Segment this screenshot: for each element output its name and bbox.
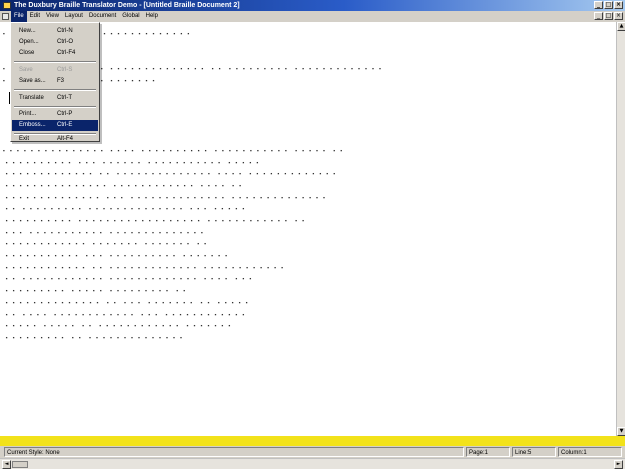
braille-line: ⠠⠠⠠⠠⠠⠠⠠⠠⠠⠠⠠⠠⠠⠠⠠ ⠠⠠⠠⠠⠠⠠⠠⠠⠠⠠⠠⠠ ⠠⠠⠠⠠ ⠠⠠ bbox=[2, 179, 243, 190]
status-line: Line:5 bbox=[512, 447, 556, 457]
menu-item-new[interactable]: New... Ctrl-N bbox=[12, 26, 98, 37]
braille-line: ⠠⠠⠠⠠⠠⠠⠠⠠⠠⠠ ⠠⠠⠠⠠⠠⠠⠠⠠⠠⠠⠠⠠⠠⠠⠠⠠⠠⠠ ⠠⠠⠠⠠⠠⠠⠠⠠⠠⠠… bbox=[2, 215, 306, 225]
doc-minimize-button[interactable]: _ bbox=[594, 12, 603, 20]
menu-separator bbox=[14, 61, 96, 63]
maximize-button[interactable]: □ bbox=[604, 1, 613, 9]
braille-line: ⠠⠠⠠⠠⠠⠠⠠⠠⠠ ⠠⠠⠠⠠⠠ ⠠⠠⠠⠠⠠⠠⠠⠠⠠ ⠠⠠ bbox=[2, 285, 187, 296]
braille-line: ⠠⠠ ⠠⠠⠠⠠⠠⠠⠠⠠⠠ ⠠⠠⠠⠠⠠⠠⠠⠠⠠⠠⠠⠠⠠⠠ ⠠⠠⠠ ⠠⠠⠠⠠⠠ bbox=[2, 203, 246, 214]
vertical-scrollbar[interactable]: ▲ ▼ bbox=[616, 22, 625, 436]
close-button[interactable]: × bbox=[614, 1, 623, 9]
braille-line: ⠄⠄⠄⠄⠄⠄⠄⠄⠄⠄⠄⠄⠄⠄⠄⠠⠠⠠⠠ ⠠⠠⠠⠠⠠⠠⠠⠠⠠⠠ ⠠⠠⠠⠠⠠⠠⠠⠠⠠… bbox=[2, 144, 344, 155]
menu-help[interactable]: Help bbox=[143, 11, 161, 22]
braille-line: ⠠⠠⠠⠠⠠ ⠠⠠⠠⠠⠠ ⠠⠠ ⠠⠠⠠⠠⠠⠠⠠⠠⠠⠠⠠⠠ ⠠⠠⠠⠠⠠⠠⠠ bbox=[2, 320, 232, 331]
document-icon[interactable] bbox=[2, 13, 9, 20]
doc-restore-button[interactable]: □ bbox=[604, 12, 613, 20]
menu-item-open[interactable]: Open... Ctrl-O bbox=[12, 37, 98, 48]
menu-item-emboss[interactable]: Emboss... Ctrl-E bbox=[12, 120, 98, 131]
menu-item-exit[interactable]: Exit Alt-F4 bbox=[12, 135, 98, 143]
menu-item-print[interactable]: Print... Ctrl-P bbox=[12, 109, 98, 120]
menu-global[interactable]: Global bbox=[119, 11, 142, 22]
title-bar: The Duxbury Braille Translator Demo - [U… bbox=[0, 0, 625, 11]
doc-close-button[interactable]: × bbox=[614, 12, 623, 20]
braille-line: ⠠⠠⠠ ⠠⠠⠠⠠⠠⠠⠠⠠⠠⠠⠠ ⠠⠠⠠⠠⠠⠠⠠⠠⠠⠠⠠⠠⠠⠠ bbox=[2, 226, 205, 237]
status-current-style: Current Style: None bbox=[4, 447, 464, 457]
braille-line: ⠠⠠⠠⠠⠠⠠⠠⠠⠠⠠ ⠠⠠⠠ ⠠⠠⠠⠠⠠⠠ ⠠⠠⠠⠠⠠⠠⠠⠠⠠⠠⠠ ⠠⠠⠠⠠⠠ bbox=[2, 156, 260, 167]
file-menu-dropdown: New... Ctrl-N Open... Ctrl-O Close Ctrl-… bbox=[10, 22, 100, 142]
menu-file[interactable]: File bbox=[11, 11, 27, 22]
scroll-down-arrow[interactable]: ▼ bbox=[617, 427, 625, 436]
braille-line: ⠠⠠⠠⠠⠠⠠⠠⠠⠠⠠⠠⠠⠠ ⠠⠠ ⠠⠠⠠⠠⠠⠠⠠⠠⠠⠠⠠⠠⠠⠠ ⠠⠠⠠⠠ ⠠⠠⠠… bbox=[2, 168, 337, 179]
menu-separator bbox=[14, 89, 96, 91]
scroll-thumb[interactable] bbox=[12, 461, 28, 468]
status-bar: Current Style: None Page:1 Line:5 Column… bbox=[0, 446, 625, 458]
braille-line: ⠠⠠⠠⠠⠠⠠⠠⠠⠠⠠⠠⠠⠠⠠ ⠠⠠⠠ ⠠⠠⠠⠠⠠⠠⠠⠠⠠⠠⠠⠠⠠⠠ ⠠⠠⠠⠠⠠⠠… bbox=[2, 191, 327, 202]
braille-line: ⠠⠠⠠⠠⠠⠠⠠⠠⠠⠠⠠⠠⠠⠠ ⠠⠠ ⠠⠠⠠ ⠠⠠⠠⠠⠠⠠⠠ ⠠⠠ ⠠⠠⠠⠠⠠ bbox=[2, 296, 250, 307]
menu-layout[interactable]: Layout bbox=[62, 11, 86, 22]
menu-edit[interactable]: Edit bbox=[27, 11, 43, 22]
menu-item-close[interactable]: Close Ctrl-F4 bbox=[12, 48, 98, 59]
menu-separator bbox=[14, 106, 96, 108]
document-controls: _ □ × bbox=[594, 12, 623, 20]
horizontal-scrollbar[interactable]: ◄ ► bbox=[0, 458, 625, 469]
menu-items: File Edit View Layout Document Global He… bbox=[11, 11, 161, 22]
braille-line: ⠠⠠⠠⠠⠠⠠⠠⠠⠠ ⠠⠠ ⠠⠠⠠⠠⠠⠠⠠⠠⠠⠠⠠⠠⠠⠠ bbox=[2, 331, 184, 342]
braille-line: ⠠⠠ ⠠⠠⠠⠠ ⠠⠠⠠⠠⠠⠠⠠⠠⠠⠠⠠⠠ ⠠⠠⠠ ⠠⠠⠠⠠⠠⠠⠠⠠⠠⠠⠠⠠ bbox=[2, 308, 246, 319]
scroll-left-arrow[interactable]: ◄ bbox=[2, 460, 11, 469]
braille-line: ⠠⠠ ⠠⠠⠠⠠⠠⠠⠠⠠⠠⠠⠠⠠ ⠠⠠⠠⠠⠠⠠⠠⠠⠠⠠⠠⠠⠠ ⠠⠠⠠⠠ ⠠⠠⠠ bbox=[2, 273, 253, 284]
app-icon bbox=[3, 2, 11, 9]
window-controls: _ □ × bbox=[594, 1, 623, 9]
braille-line: ⠠⠠⠠⠠⠠⠠⠠⠠⠠⠠⠠⠠ ⠠⠠ ⠠⠠⠠⠠⠠⠠⠠⠠⠠⠠⠠⠠⠠ ⠠⠠⠠⠠⠠⠠⠠⠠⠠⠠… bbox=[2, 261, 285, 272]
status-page: Page:1 bbox=[466, 447, 510, 457]
scroll-up-arrow[interactable]: ▲ bbox=[617, 22, 625, 31]
menu-bar: File Edit View Layout Document Global He… bbox=[0, 11, 625, 22]
menu-item-save: Save Ctrl-S bbox=[19, 67, 73, 73]
window-title: The Duxbury Braille Translator Demo - [U… bbox=[14, 2, 240, 9]
menu-item-translate[interactable]: Translate Ctrl-T bbox=[12, 93, 98, 104]
menu-view[interactable]: View bbox=[43, 11, 62, 22]
minimize-button[interactable]: _ bbox=[594, 1, 603, 9]
braille-line: ⠠⠠⠠⠠⠠⠠⠠⠠⠠⠠⠠⠠ ⠠⠠⠠⠠⠠⠠⠠ ⠠⠠⠠⠠⠠⠠⠠ ⠠⠠ bbox=[2, 238, 208, 249]
yellow-band bbox=[0, 436, 625, 446]
scroll-right-arrow[interactable]: ► bbox=[614, 460, 623, 469]
status-column: Column:1 bbox=[558, 447, 622, 457]
braille-line: ⠠⠠⠠⠠⠠⠠⠠⠠⠠⠠⠠ ⠠⠠⠠ ⠠⠠⠠⠠⠠⠠⠠⠠⠠⠠ ⠠⠠⠠⠠⠠⠠⠠ bbox=[2, 250, 229, 261]
menu-document[interactable]: Document bbox=[86, 11, 119, 22]
menu-item-save-as[interactable]: Save as... F3 bbox=[12, 76, 98, 87]
